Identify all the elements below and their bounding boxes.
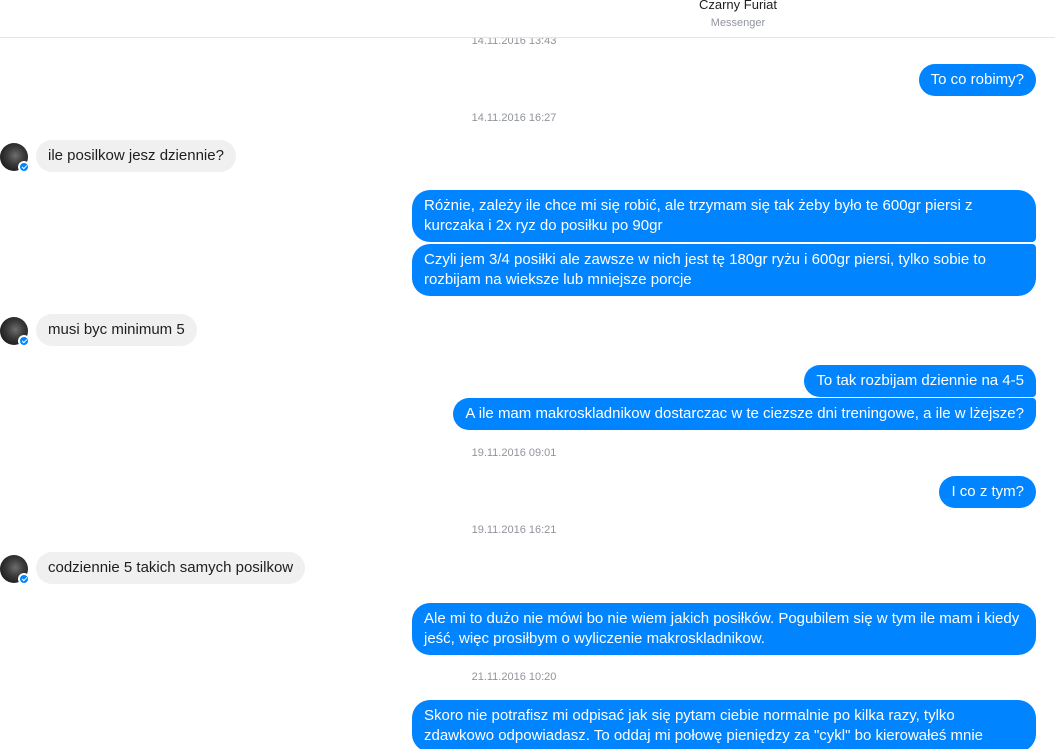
message-outgoing[interactable]: Różnie, zależy ile chce mi się robić, al… [412,190,1036,242]
message-incoming[interactable]: musi byc minimum 5 [36,314,197,346]
message-outgoing[interactable]: A ile mam makroskladnikow dostarczac w t… [453,398,1036,430]
message-outgoing[interactable]: Skoro nie potrafisz mi odpisać jak się p… [412,700,1036,749]
messenger-badge-icon [18,161,30,173]
contact-avatar[interactable] [0,555,30,585]
timestamp: 21.11.2016 10:20 [471,671,557,683]
contact-name[interactable]: Czarny Furiat [638,0,838,12]
message-outgoing[interactable]: Ale mi to dużo nie mówi bo nie wiem jaki… [412,603,1036,655]
timestamp: 14.11.2016 16:27 [471,112,557,124]
app-label: Messenger [710,17,766,29]
messenger-badge-icon [18,573,30,585]
message-outgoing[interactable]: Czyli jem 3/4 posiłki ale zawsze w nich … [412,244,1036,296]
timestamp: 19.11.2016 09:01 [471,447,557,459]
contact-avatar[interactable] [0,317,30,347]
message-outgoing[interactable]: To co robimy? [918,64,1036,96]
messenger-badge-icon [18,335,30,347]
message-incoming[interactable]: codziennie 5 takich samych posilkow [36,552,306,584]
contact-avatar[interactable] [0,143,30,173]
message-outgoing[interactable]: I co z tym? [939,476,1036,508]
conversation-header: Czarny Furiat Messenger [0,0,1055,38]
timestamp: 19.11.2016 16:21 [471,524,557,536]
message-incoming[interactable]: ile posilkow jesz dziennie? [36,140,236,172]
message-outgoing[interactable]: To tak rozbijam dziennie na 4-5 [804,365,1036,397]
